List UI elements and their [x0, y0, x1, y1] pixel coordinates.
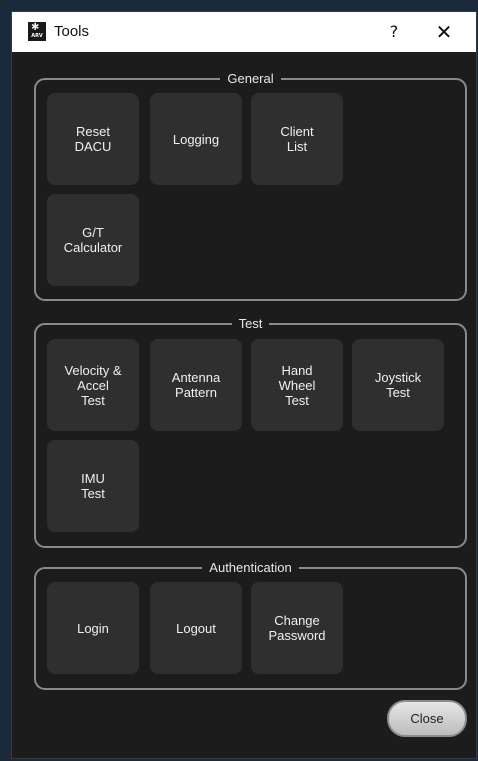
close-button[interactable]: Close: [387, 700, 467, 737]
authentication-group-title: Authentication: [36, 559, 465, 577]
window-close-button[interactable]: ✕: [430, 18, 458, 46]
test-group-title: Test: [36, 315, 465, 333]
general-group-label: General: [220, 71, 281, 86]
joystick-test-button[interactable]: Joystick Test: [352, 339, 444, 431]
general-group-title: General: [36, 70, 465, 88]
imu-test-button[interactable]: IMU Test: [47, 440, 139, 532]
login-button[interactable]: Login: [47, 582, 139, 674]
test-group-label: Test: [231, 316, 270, 331]
help-button[interactable]: ?: [380, 18, 408, 46]
antenna-pattern-button[interactable]: Antenna Pattern: [150, 339, 242, 431]
authentication-group: Authentication Login Logout Change Passw…: [34, 560, 467, 690]
client-list-button[interactable]: Client List: [251, 93, 343, 185]
title-bar[interactable]: ✱ ARV Tools ? ✕: [12, 12, 476, 52]
general-group: General Reset DACU Logging Client List G…: [34, 71, 467, 301]
logout-button[interactable]: Logout: [150, 582, 242, 674]
authentication-group-label: Authentication: [202, 560, 299, 575]
change-password-button[interactable]: Change Password: [251, 582, 343, 674]
test-group: Test Velocity & Accel Test Antenna Patte…: [34, 316, 467, 548]
app-icon-text: ARV: [31, 33, 43, 39]
tools-dialog: ✱ ARV Tools ? ✕ General Reset DACU Loggi…: [11, 11, 477, 759]
logging-button[interactable]: Logging: [150, 93, 242, 185]
reset-dacu-button[interactable]: Reset DACU: [47, 93, 139, 185]
window-title: Tools: [54, 23, 90, 40]
gt-calculator-button[interactable]: G/T Calculator: [47, 194, 139, 286]
app-icon: ✱ ARV: [28, 22, 46, 41]
velocity-accel-test-button[interactable]: Velocity & Accel Test: [47, 339, 139, 431]
hand-wheel-test-button[interactable]: Hand Wheel Test: [251, 339, 343, 431]
